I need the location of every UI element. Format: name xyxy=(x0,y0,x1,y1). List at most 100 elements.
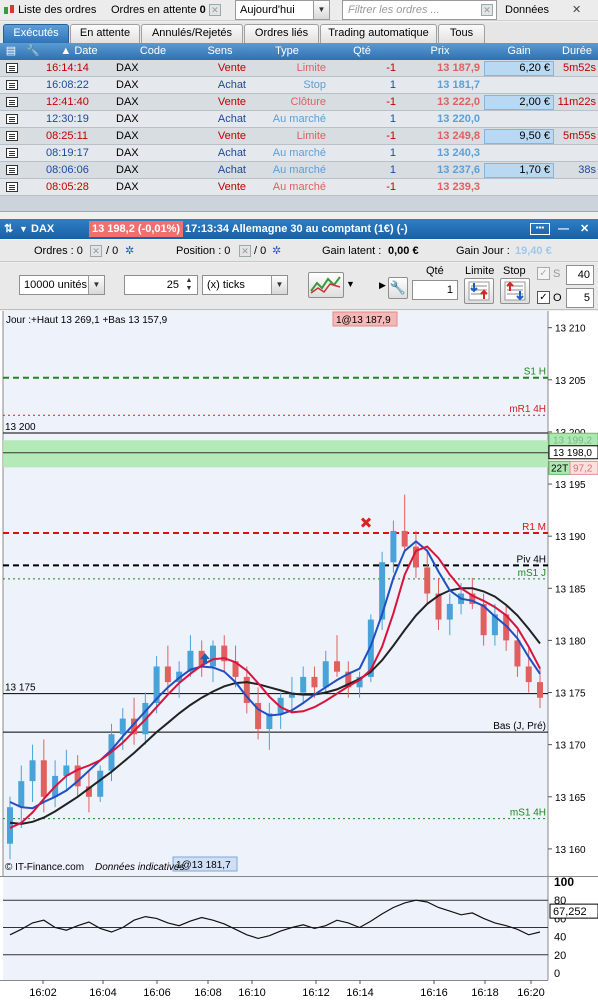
orders-tabs: Exécutés En attente Annulés/Rejetés Ordr… xyxy=(0,22,598,43)
stop-order-button[interactable] xyxy=(500,278,530,304)
units-select[interactable]: 10000 unités ▼ xyxy=(19,275,105,295)
tab-executes[interactable]: Exécutés xyxy=(3,24,69,43)
s-input[interactable]: 40 xyxy=(566,265,594,285)
order-type: Au marché xyxy=(272,147,326,159)
col-qte[interactable]: Qté xyxy=(328,43,396,60)
col-sens[interactable]: Sens xyxy=(194,43,246,60)
ticks-input[interactable]: 25 ▲ ▼ xyxy=(124,275,198,295)
x-tick-label: 16:04 xyxy=(89,987,117,999)
pin-icon[interactable]: ⇅ xyxy=(4,219,13,239)
order-detail-icon[interactable] xyxy=(6,97,18,107)
tab-ordres-lies[interactable]: Ordres liés xyxy=(244,24,319,43)
col-duree[interactable]: Durée xyxy=(556,43,598,60)
order-detail-icon[interactable] xyxy=(6,165,18,175)
cancel-icon[interactable]: ✕ xyxy=(208,4,221,17)
close-panel-icon[interactable]: ✕ xyxy=(572,0,581,20)
table-row[interactable]: 16:08:22 DAX Achat Stop 1 13 181,7 xyxy=(0,77,598,94)
chevron-down-icon[interactable]: ▼ xyxy=(271,276,287,294)
chevron-down-icon[interactable]: ▼ xyxy=(19,219,28,239)
order-duration: 38s xyxy=(578,164,596,176)
close-position-icon[interactable]: ✕ xyxy=(239,245,251,257)
cancel-orders-icon[interactable]: ✕ xyxy=(90,245,102,257)
wrench-icon[interactable]: 🔧 xyxy=(26,43,40,60)
orders-list-tab[interactable]: Liste des ordres xyxy=(3,0,96,20)
ticks-unit-select[interactable]: (x) ticks ▼ xyxy=(202,275,288,295)
order-side: Achat xyxy=(217,113,246,125)
o-input[interactable]: 5 xyxy=(566,288,594,308)
order-detail-icon[interactable] xyxy=(6,63,18,73)
x-tick-label: 16:18 xyxy=(471,987,499,999)
order-price: 13 249,8 xyxy=(437,130,480,142)
table-row[interactable]: 08:19:17 DAX Achat Au marché 1 13 240,3 xyxy=(0,145,598,162)
chart-symbol[interactable]: DAX xyxy=(31,219,54,239)
trading-toolbar: 10000 unités ▼ 25 ▲ ▼ (x) ticks ▼ ▼ ▶ 🔧 Q… xyxy=(0,263,598,310)
minimize-icon[interactable]: — xyxy=(558,219,569,239)
gears-icon[interactable]: ✲ xyxy=(272,240,281,262)
chart-price-tag: 13 198,2 (-0,01%) xyxy=(89,221,184,237)
limit-order-button[interactable] xyxy=(464,278,494,304)
order-qty: 1 xyxy=(389,147,396,159)
candle-body xyxy=(7,807,13,844)
tab-tous[interactable]: Tous xyxy=(438,24,485,43)
order-time: 12:41:40 xyxy=(46,96,89,108)
order-side: Vente xyxy=(217,130,246,142)
candle-body xyxy=(446,603,453,620)
clear-filter-icon[interactable]: ✕ xyxy=(481,4,493,16)
wrench-icon[interactable]: 🔧 xyxy=(388,277,408,299)
price-chart[interactable]: S1 H mR1 4H R1 M Piv 4H mS1 J Bas (J, Pré) mS1… xyxy=(0,311,598,876)
y-tick-label: 13 175 xyxy=(555,689,586,700)
tab-en-attente[interactable]: En attente xyxy=(70,24,140,43)
col-code[interactable]: Code xyxy=(112,43,194,60)
col-gain[interactable]: Gain xyxy=(484,43,554,60)
table-row[interactable]: 08:06:06 DAX Achat Au marché 1 13 237,6 … xyxy=(0,162,598,179)
order-detail-icon[interactable] xyxy=(6,114,18,124)
tab-annules-rejetes[interactable]: Annulés/Rejetés xyxy=(141,24,243,43)
col-type[interactable]: Type xyxy=(248,43,326,60)
candle-body xyxy=(525,666,532,683)
y-tick-label: 13 210 xyxy=(555,324,586,335)
col-prix[interactable]: Prix xyxy=(398,43,482,60)
table-row[interactable]: 08:05:28 DAX Vente Au marché -1 13 239,3 xyxy=(0,179,598,196)
table-row[interactable]: 08:25:11 DAX Vente Limite -1 13 249,8 9,… xyxy=(0,128,598,145)
table-row[interactable]: 12:30:19 DAX Achat Au marché 1 13 220,0 xyxy=(0,111,598,128)
order-detail-icon[interactable] xyxy=(6,182,18,192)
ask-price-label: 13 199,2 xyxy=(553,435,592,446)
order-side: Vente xyxy=(217,62,246,74)
order-detail-icon[interactable] xyxy=(6,80,18,90)
filter-orders-input[interactable]: Filtrer les ordres ... ✕ xyxy=(342,0,497,20)
s-checkbox[interactable]: ✓ xyxy=(537,267,550,280)
chevron-down-icon[interactable]: ▼ xyxy=(88,276,104,294)
x-tick-label: 16:16 xyxy=(420,987,448,999)
gears-icon[interactable]: ✲ xyxy=(125,240,134,262)
candles-icon xyxy=(3,4,15,16)
spinner-icon[interactable]: ▲ ▼ xyxy=(183,277,195,293)
level-label: S1 H xyxy=(524,367,546,378)
order-detail-icon[interactable] xyxy=(6,131,18,141)
date-filter-select[interactable]: Aujourd'hui ▼ xyxy=(235,0,330,20)
expand-right-icon[interactable]: ▶ xyxy=(379,280,386,291)
keyboard-icon[interactable]: ▪▪▪ xyxy=(530,223,550,235)
data-menu[interactable]: Données xyxy=(505,0,549,20)
order-type: Clôture xyxy=(290,96,326,108)
chart-strategy-icon[interactable] xyxy=(308,272,344,298)
candle-body xyxy=(537,682,543,698)
table-row[interactable]: 12:41:40 DAX Vente Clôture -1 13 222,0 2… xyxy=(0,94,598,111)
order-detail-icon[interactable] xyxy=(6,148,18,158)
order-time: 16:08:22 xyxy=(46,79,89,91)
oscillator-chart[interactable]: 10080604020067,252 xyxy=(0,876,598,980)
tab-trading-automatique[interactable]: Trading automatique xyxy=(320,24,437,43)
close-icon[interactable]: ✕ xyxy=(580,219,589,239)
timer-label: 22T xyxy=(551,463,568,474)
osc-tick-label: 40 xyxy=(554,932,566,944)
chevron-down-icon[interactable]: ▼ xyxy=(313,1,329,19)
units-value: 10000 unités xyxy=(24,279,87,291)
copyright-text: © IT-Finance.com xyxy=(5,862,84,873)
table-row[interactable]: 16:14:14 DAX Vente Limite -1 13 187,9 6,… xyxy=(0,60,598,77)
qty-input[interactable]: 1 xyxy=(412,280,458,300)
col-date-label: Date xyxy=(74,45,98,57)
o-checkbox[interactable]: ✓ xyxy=(537,291,550,304)
col-date[interactable]: ▲ Date xyxy=(46,43,112,60)
chevron-down-icon[interactable]: ▼ xyxy=(346,279,355,289)
y-tick-label: 13 195 xyxy=(555,480,586,491)
pending-orders-tab[interactable]: Ordres en attente 0 ✕ xyxy=(111,0,221,20)
